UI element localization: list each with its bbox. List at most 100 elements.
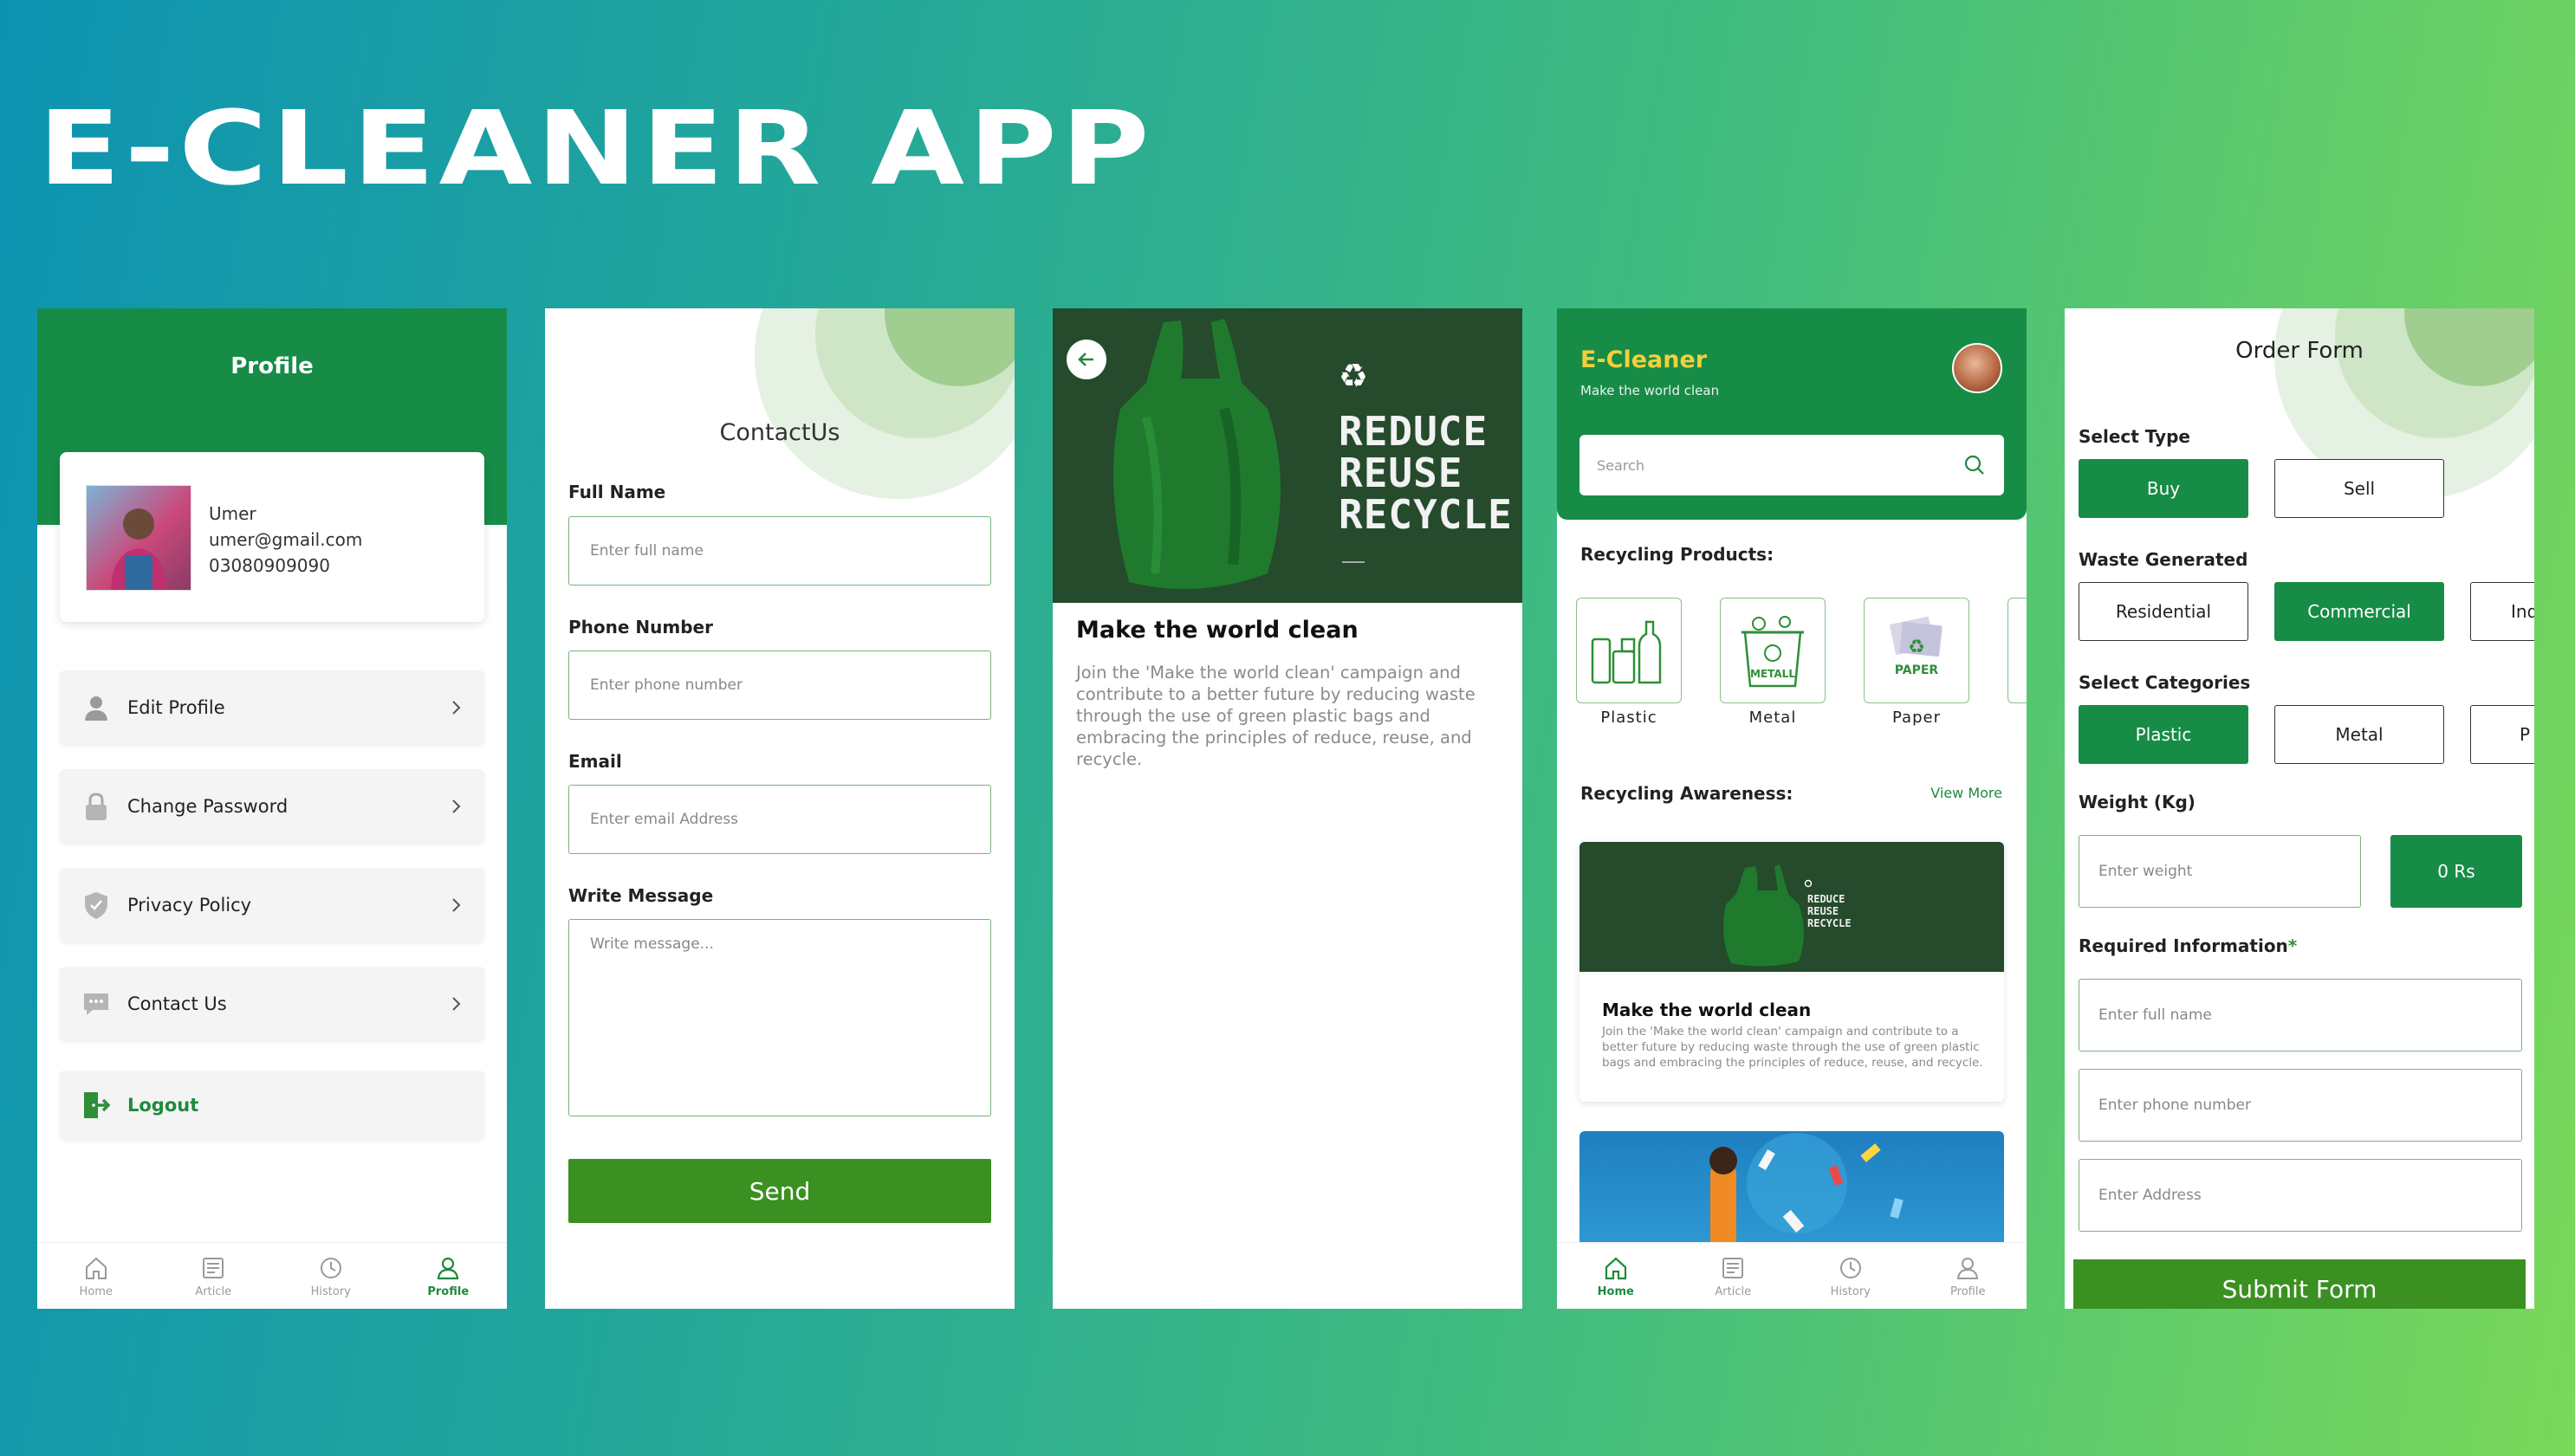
menu-change-password[interactable]: Change Password: [60, 769, 484, 844]
message-textarea[interactable]: Write message...: [568, 919, 991, 1116]
nav-home[interactable]: Home: [37, 1243, 155, 1309]
nav-history[interactable]: History: [1792, 1243, 1910, 1309]
user-email: umer@gmail.com: [209, 529, 363, 550]
bottom-nav: Home Article History Profile: [37, 1242, 507, 1309]
hero-slogan: REDUCE REUSE RECYCLE: [1339, 411, 1513, 535]
nav-home[interactable]: Home: [1557, 1243, 1675, 1309]
order-form-screen: Order Form Select Type Buy Sell Waste Ge…: [2065, 308, 2534, 1309]
chevron-right-icon: [452, 997, 461, 1011]
nav-profile[interactable]: Profile: [390, 1243, 508, 1309]
card-title: Make the world clean: [1602, 1000, 1812, 1020]
menu-edit-profile[interactable]: Edit Profile: [60, 670, 484, 745]
product-metal[interactable]: METALL Metal: [1720, 598, 1826, 727]
divider: [1342, 561, 1365, 563]
type-buy-button[interactable]: Buy: [2079, 459, 2248, 518]
select-type-label: Select Type: [2079, 426, 2190, 447]
metal-bin-icon: METALL: [1742, 616, 1804, 688]
products-title: Recycling Products:: [1580, 544, 1774, 565]
category-metal-button[interactable]: Metal: [2274, 705, 2444, 764]
type-sell-button[interactable]: Sell: [2274, 459, 2444, 518]
user-phone: 03080909090: [209, 555, 330, 576]
menu-label: Contact Us: [127, 993, 227, 1014]
green-bag-illustration: REDUCE REUSE RECYCLE: [1723, 864, 1852, 967]
bin-label: METALL: [1750, 668, 1795, 680]
address-input[interactable]: Enter Address: [2079, 1159, 2522, 1232]
search-placeholder: Search: [1597, 456, 1644, 474]
awareness-title: Recycling Awareness:: [1580, 783, 1793, 804]
view-more-link[interactable]: View More: [1930, 785, 2002, 801]
required-asterisk: *: [2287, 935, 2298, 956]
profile-icon: [1957, 1257, 1979, 1279]
avatar[interactable]: [1952, 343, 2002, 393]
nav-label: Profile: [427, 1285, 470, 1298]
product-label: Metal: [1748, 709, 1797, 727]
shield-icon: [85, 892, 107, 919]
product-next[interactable]: [2007, 598, 2027, 703]
product-tile: [1576, 598, 1682, 703]
paper-icon: ♻ PAPER: [1890, 616, 1943, 677]
arrow-left-icon: [1078, 353, 1093, 366]
page-title: Profile: [230, 353, 314, 379]
name-input[interactable]: Enter full name: [2079, 979, 2522, 1052]
menu-contact-us[interactable]: Contact Us: [60, 967, 484, 1041]
weight-input[interactable]: Enter weight: [2079, 835, 2361, 908]
chevron-right-icon: [452, 898, 461, 912]
nav-history[interactable]: History: [272, 1243, 390, 1309]
nav-label: History: [1830, 1285, 1871, 1298]
required-info-label: Required Information*: [2079, 935, 2297, 956]
svg-text:♻: ♻: [1908, 637, 1925, 658]
article-icon: [203, 1257, 224, 1278]
plastic-waste-image: [1709, 1133, 1904, 1252]
category-paper-button[interactable]: P: [2470, 705, 2534, 764]
nav-label: Home: [79, 1285, 113, 1298]
email-input[interactable]: Enter email Address: [568, 785, 991, 854]
slogan-line: REUSE: [1339, 450, 1463, 496]
awareness-card-2-image[interactable]: [1579, 1131, 2004, 1252]
search-icon[interactable]: [1962, 453, 1987, 477]
back-button[interactable]: [1067, 340, 1106, 379]
message-label: Write Message: [568, 885, 714, 906]
send-button[interactable]: Send: [568, 1159, 991, 1223]
nav-label: Article: [1715, 1285, 1752, 1298]
phone-input[interactable]: Enter phone number: [568, 650, 991, 720]
submit-form-button[interactable]: Submit Form: [2073, 1259, 2526, 1309]
product-label: Paper: [1892, 709, 1941, 727]
category-plastic-button[interactable]: Plastic: [2079, 705, 2248, 764]
chevron-right-icon: [452, 799, 461, 813]
slogan-line: REDUCE: [1339, 408, 1489, 455]
user-icon: [85, 696, 107, 721]
product-plastic[interactable]: Plastic: [1576, 598, 1682, 727]
product-paper[interactable]: ♻ PAPER Paper: [1864, 598, 1969, 727]
avatar: [86, 485, 191, 591]
home-icon: [85, 1257, 107, 1279]
chevron-right-icon: [452, 701, 461, 715]
logout-icon: [84, 1092, 111, 1118]
brand-text: E-Cleaner: [1580, 346, 1708, 373]
article-hero-image: ♻ REDUCE REUSE RECYCLE: [1053, 308, 1522, 603]
weight-label: Weight (Kg): [2079, 792, 2196, 812]
waste-industrial-button[interactable]: Ind: [2470, 582, 2534, 641]
profile-screen: Profile Umer umer@gmail.com 03080909090 …: [37, 308, 507, 1309]
waste-residential-button[interactable]: Residential: [2079, 582, 2248, 641]
home-icon: [1605, 1257, 1626, 1279]
menu-privacy-policy[interactable]: Privacy Policy: [60, 868, 484, 942]
home-screen: E-Cleaner Make the world clean Search Re…: [1557, 308, 2027, 1309]
card-slogan-line: REDUCE: [1807, 893, 1845, 905]
waste-commercial-button[interactable]: Commercial: [2274, 582, 2444, 641]
awareness-card[interactable]: REDUCE REUSE RECYCLE Make the world clea…: [1579, 842, 2004, 1102]
nav-article[interactable]: Article: [1675, 1243, 1793, 1309]
nav-article[interactable]: Article: [155, 1243, 273, 1309]
price-display: 0 Rs: [2390, 835, 2522, 908]
card-slogan-line: REUSE: [1807, 905, 1839, 917]
phone-label: Phone Number: [568, 617, 713, 637]
phone-input[interactable]: Enter phone number: [2079, 1069, 2522, 1142]
article-title: Make the world clean: [1076, 617, 1359, 644]
search-input[interactable]: Search: [1579, 435, 2004, 495]
green-bag-illustration: [1113, 319, 1281, 589]
nav-profile[interactable]: Profile: [1910, 1243, 2027, 1309]
profile-icon: [438, 1257, 459, 1279]
logout-button[interactable]: Logout: [60, 1071, 484, 1140]
product-label: Plastic: [1600, 709, 1657, 727]
app-brand: E-Cleaner: [1580, 346, 1707, 373]
full-name-input[interactable]: Enter full name: [568, 516, 991, 586]
